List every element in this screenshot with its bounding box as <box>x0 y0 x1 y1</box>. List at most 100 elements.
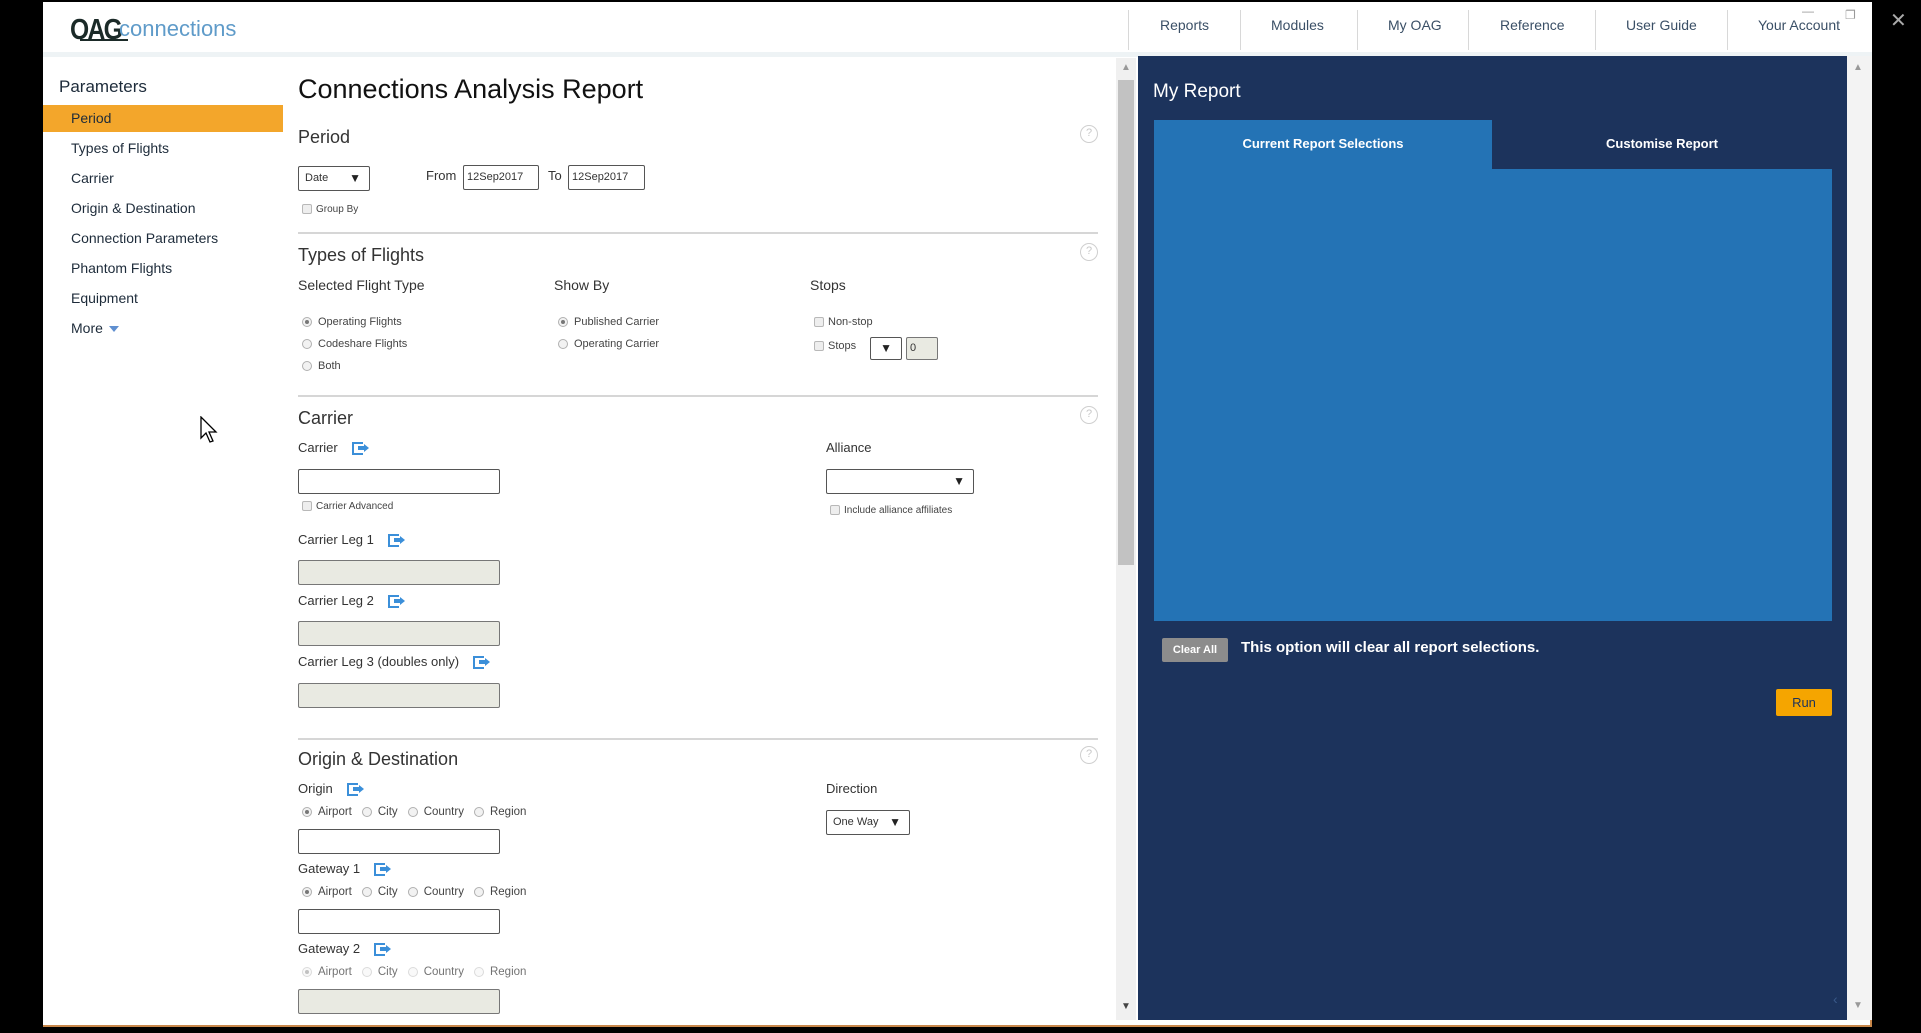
option-label: Codeshare Flights <box>318 338 408 350</box>
direction-value: One Way <box>833 816 879 828</box>
nonstop-checkbox[interactable]: Non-stop <box>814 316 873 328</box>
include-affiliates-checkbox[interactable]: Include alliance affiliates <box>830 505 952 516</box>
checkbox-icon <box>814 341 824 352</box>
option-label: Both <box>318 360 341 372</box>
sidebar-item-equipment[interactable]: Equipment <box>71 290 138 306</box>
sidebar-item-carrier[interactable]: Carrier <box>71 170 114 186</box>
sidebar-item-period[interactable]: Period <box>71 110 111 126</box>
gateway1-location-type: Airport City Country Region <box>302 886 536 898</box>
nav-reference[interactable]: Reference <box>1500 17 1565 33</box>
radio-city[interactable]: City <box>361 806 398 818</box>
stops-count-input[interactable]: 0 <box>906 337 938 360</box>
scroll-down-icon[interactable]: ▼ <box>1121 1001 1131 1012</box>
sidebar-item-more[interactable]: More <box>71 320 119 336</box>
checkbox-icon <box>302 204 312 215</box>
stops-label: Stops <box>810 277 846 293</box>
add-selection-icon[interactable] <box>387 534 405 548</box>
nav-user-guide[interactable]: User Guide <box>1626 17 1697 33</box>
add-selection-icon[interactable] <box>387 595 405 609</box>
group-by-checkbox[interactable]: Group By <box>302 204 358 215</box>
radio-region[interactable]: Region <box>473 966 526 978</box>
radio-city[interactable]: City <box>361 886 398 898</box>
carrier-leg2-label-row: Carrier Leg 2 <box>298 593 405 609</box>
to-label: To <box>548 168 562 183</box>
checkbox-icon <box>830 505 840 516</box>
stops-checkbox[interactable]: Stops <box>814 340 856 352</box>
top-header <box>43 2 1872 52</box>
restore-icon[interactable]: ❐ <box>1845 8 1856 22</box>
gateway2-input[interactable] <box>298 989 500 1014</box>
sidebar-item-origin-destination[interactable]: Origin & Destination <box>71 200 196 216</box>
dropdown-arrow-icon: ▼ <box>889 815 901 829</box>
gateway1-label-row: Gateway 1 <box>298 861 392 877</box>
radio-airport[interactable]: Airport <box>302 886 352 898</box>
dropdown-arrow-icon: ▼ <box>880 341 892 355</box>
tab-customise-report[interactable]: Customise Report <box>1492 120 1832 169</box>
radio-country[interactable]: Country <box>407 806 464 818</box>
sidebar-title: Parameters <box>59 77 147 96</box>
chevron-down-icon <box>108 326 119 333</box>
close-icon[interactable]: ✕ <box>1890 8 1907 33</box>
sidebar-item-phantom-flights[interactable]: Phantom Flights <box>71 260 172 276</box>
radio-city[interactable]: City <box>361 966 398 978</box>
minimize-icon[interactable]: — <box>1802 4 1814 18</box>
add-selection-icon[interactable] <box>374 943 392 957</box>
radio-icon <box>302 317 312 328</box>
page-scrollbar[interactable] <box>1847 56 1872 1020</box>
run-button[interactable]: Run <box>1776 689 1832 716</box>
radio-region[interactable]: Region <box>473 806 526 818</box>
add-selection-icon[interactable] <box>374 863 392 877</box>
radio-both[interactable]: Both <box>302 360 341 372</box>
carrier-leg2-input[interactable] <box>298 621 500 646</box>
radio-region[interactable]: Region <box>473 886 526 898</box>
selected-flight-type-label: Selected Flight Type <box>298 277 425 293</box>
nav-modules[interactable]: Modules <box>1271 17 1324 33</box>
tab-current-report-selections[interactable]: Current Report Selections <box>1154 120 1492 169</box>
radio-operating-flights[interactable]: Operating Flights <box>302 316 402 328</box>
add-selection-icon[interactable] <box>473 656 491 670</box>
origin-input[interactable] <box>298 829 500 854</box>
dropdown-arrow-icon: ▼ <box>349 171 361 185</box>
carrier-advanced-checkbox[interactable]: Carrier Advanced <box>302 501 393 512</box>
scroll-down-icon[interactable]: ▼ <box>1853 1000 1863 1011</box>
scroll-up-icon[interactable]: ▲ <box>1853 62 1863 73</box>
direction-select[interactable]: One Way ▼ <box>826 810 910 835</box>
carrier-leg3-input[interactable] <box>298 683 500 708</box>
nav-my-oag[interactable]: My OAG <box>1388 17 1442 33</box>
help-icon[interactable]: ? <box>1080 406 1098 424</box>
carrier-label-row: Carrier <box>298 440 369 456</box>
help-icon[interactable]: ? <box>1080 125 1098 143</box>
alliance-select[interactable]: ▼ <box>826 469 974 494</box>
help-icon[interactable]: ? <box>1080 746 1098 764</box>
nav-reports[interactable]: Reports <box>1160 17 1209 33</box>
period-type-select[interactable]: Date ▼ <box>298 166 370 191</box>
to-date-input[interactable]: 12Sep2017 <box>568 165 645 190</box>
from-date-input[interactable]: 12Sep2017 <box>463 165 539 190</box>
more-label: More <box>71 320 103 336</box>
add-selection-icon[interactable] <box>351 442 369 456</box>
gateway1-input[interactable] <box>298 909 500 934</box>
help-icon[interactable]: ? <box>1080 243 1098 261</box>
add-selection-icon[interactable] <box>346 783 364 797</box>
radio-country[interactable]: Country <box>407 886 464 898</box>
sidebar-item-types-of-flights[interactable]: Types of Flights <box>71 140 169 156</box>
radio-icon <box>302 361 312 372</box>
radio-published-carrier[interactable]: Published Carrier <box>558 316 659 328</box>
radio-airport[interactable]: Airport <box>302 966 352 978</box>
nav-your-account[interactable]: Your Account <box>1758 17 1840 33</box>
logo-oag-text: OAG <box>70 14 123 46</box>
main-scrollbar-thumb[interactable] <box>1118 80 1134 565</box>
radio-operating-carrier[interactable]: Operating Carrier <box>558 338 659 350</box>
collapse-icon[interactable]: ‹ <box>1833 991 1838 1007</box>
clear-all-button[interactable]: Clear All <box>1162 638 1228 662</box>
page-title: Connections Analysis Report <box>298 74 644 104</box>
radio-codeshare-flights[interactable]: Codeshare Flights <box>302 338 407 350</box>
option-label: Carrier Advanced <box>316 501 394 512</box>
radio-airport[interactable]: Airport <box>302 806 352 818</box>
radio-country[interactable]: Country <box>407 966 464 978</box>
carrier-leg1-input[interactable] <box>298 560 500 585</box>
sidebar-item-connection-parameters[interactable]: Connection Parameters <box>71 230 218 246</box>
stops-operator-select[interactable]: ▼ <box>870 337 902 360</box>
scroll-up-icon[interactable]: ▲ <box>1121 62 1131 73</box>
carrier-input[interactable] <box>298 469 500 494</box>
